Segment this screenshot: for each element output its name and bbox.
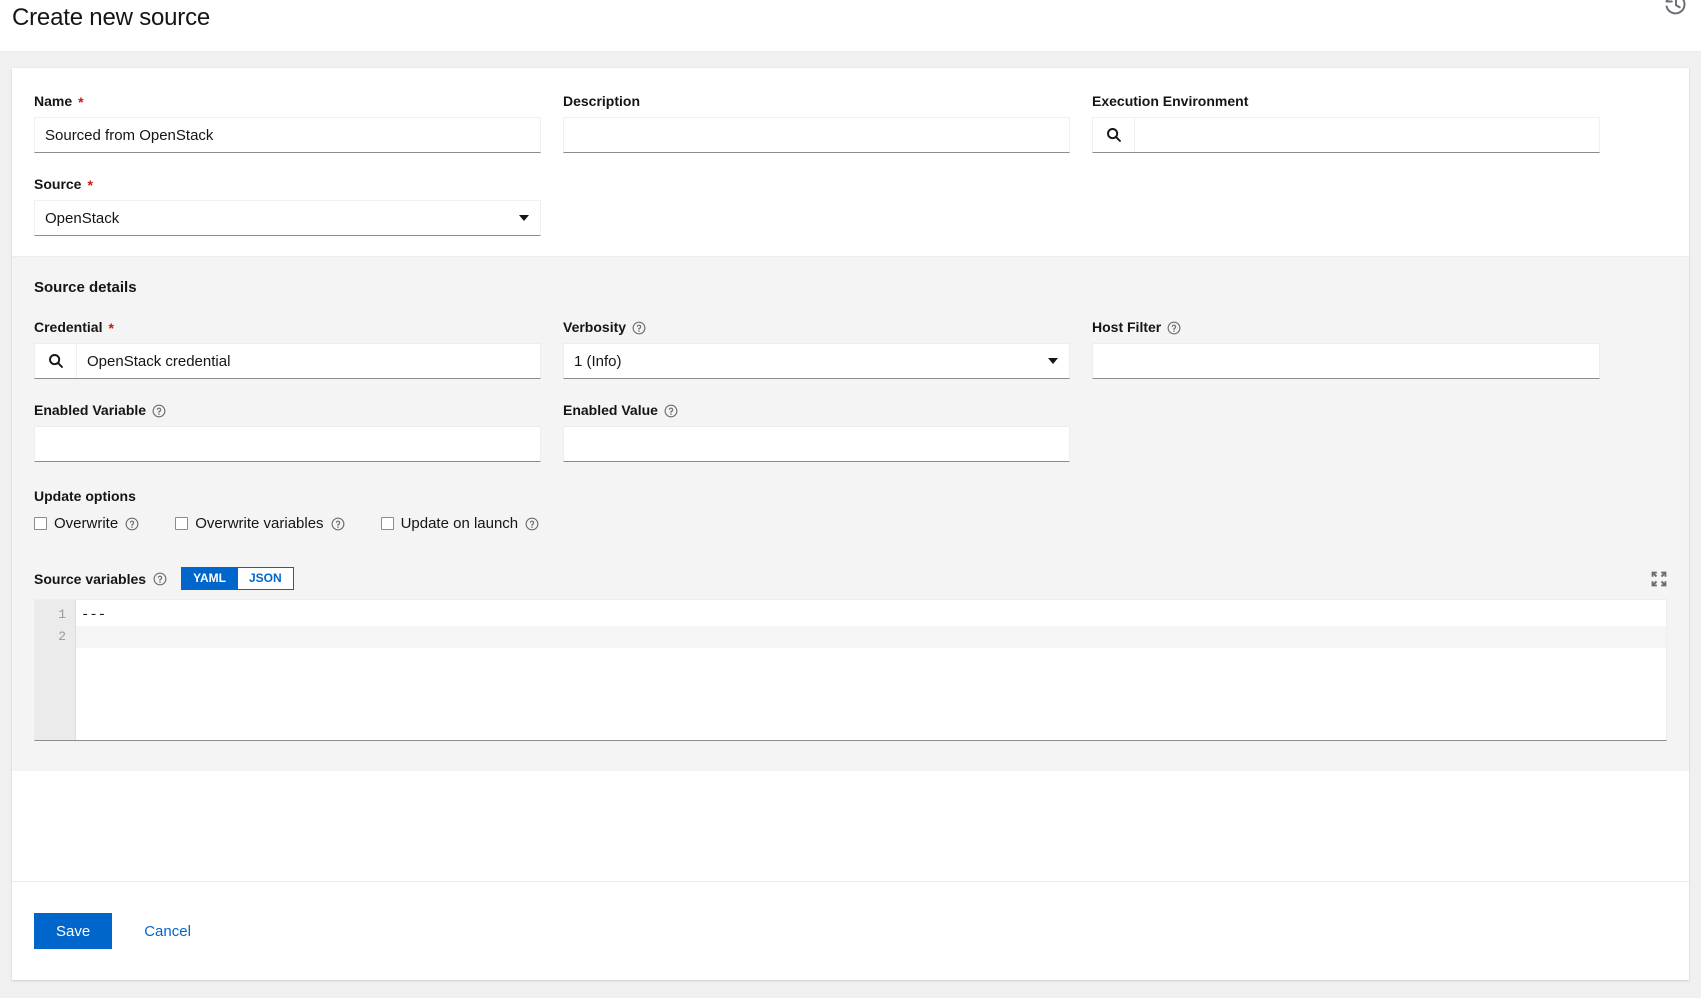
description-label-row: Description bbox=[563, 92, 1070, 111]
chevron-down-icon bbox=[519, 215, 529, 221]
checkbox-item-overwrite-variables: Overwrite variables bbox=[175, 514, 344, 533]
editor-line-number: 1 bbox=[35, 604, 75, 626]
source-required-marker: * bbox=[87, 178, 92, 192]
description-field-group: Description bbox=[563, 92, 1070, 153]
history-icon[interactable] bbox=[1663, 0, 1689, 18]
search-icon bbox=[1106, 127, 1122, 143]
name-label-row: Name * bbox=[34, 92, 541, 111]
question-circle-icon[interactable] bbox=[1167, 321, 1181, 335]
spacer-cell-a bbox=[563, 175, 1070, 236]
page-header: Create new source bbox=[0, 0, 1701, 52]
enabled-value-field-group: Enabled Value bbox=[563, 401, 1070, 462]
enabled-variable-field-group: Enabled Variable bbox=[34, 401, 541, 462]
enabled-variable-label: Enabled Variable bbox=[34, 401, 146, 420]
credential-label-row: Credential * bbox=[34, 318, 541, 337]
enabled-variable-input[interactable] bbox=[34, 426, 541, 462]
create-new-source-page: Create new source Name * bbox=[0, 0, 1701, 998]
update-options-title: Update options bbox=[34, 488, 1667, 504]
enabled-variable-label-row: Enabled Variable bbox=[34, 401, 541, 420]
expand-icon[interactable] bbox=[1651, 571, 1667, 587]
overwrite-variables-checkbox[interactable] bbox=[175, 517, 188, 530]
credential-field-group: Credential * bbox=[34, 318, 541, 379]
overwrite-checkbox[interactable] bbox=[34, 517, 47, 530]
name-field-group: Name * bbox=[34, 92, 541, 153]
name-label: Name bbox=[34, 92, 72, 111]
json-toggle-button[interactable]: JSON bbox=[237, 567, 294, 590]
verbosity-field-group: Verbosity 1 (Info) bbox=[563, 318, 1070, 379]
description-label: Description bbox=[563, 92, 640, 111]
execution-environment-input[interactable] bbox=[1135, 118, 1599, 152]
update-on-launch-label[interactable]: Update on launch bbox=[401, 514, 519, 533]
main-form-section: Name * Description bbox=[12, 68, 1689, 256]
search-icon bbox=[48, 353, 64, 369]
execution-environment-input-group bbox=[1092, 117, 1600, 153]
name-required-marker: * bbox=[78, 95, 83, 109]
source-details-section: Source details Credential * bbox=[12, 256, 1689, 771]
execution-environment-label-row: Execution Environment bbox=[1092, 92, 1600, 111]
host-filter-input[interactable] bbox=[1092, 343, 1600, 379]
host-filter-label-row: Host Filter bbox=[1092, 318, 1600, 337]
source-label: Source bbox=[34, 175, 81, 194]
verbosity-select[interactable]: 1 (Info) bbox=[563, 343, 1070, 379]
question-circle-icon[interactable] bbox=[664, 404, 678, 418]
update-on-launch-checkbox[interactable] bbox=[381, 517, 394, 530]
credential-required-marker: * bbox=[108, 321, 113, 335]
source-details-title: Source details bbox=[34, 279, 1667, 296]
form-card: Name * Description bbox=[12, 68, 1689, 980]
yaml-toggle-button[interactable]: YAML bbox=[181, 567, 237, 590]
question-circle-icon[interactable] bbox=[152, 404, 166, 418]
cancel-button[interactable]: Cancel bbox=[134, 913, 201, 949]
question-circle-icon[interactable] bbox=[632, 321, 646, 335]
execution-environment-field-group: Execution Environment bbox=[1092, 92, 1600, 153]
spacer-cell-b bbox=[1092, 175, 1600, 236]
name-input[interactable] bbox=[34, 117, 541, 153]
source-variables-editor[interactable]: 1 2 --- bbox=[34, 599, 1667, 741]
editor-code-area[interactable]: --- bbox=[76, 600, 1666, 740]
question-circle-icon[interactable] bbox=[331, 517, 345, 531]
editor-line-number: 2 bbox=[35, 626, 75, 648]
editor-line-numbers: 1 2 bbox=[35, 600, 76, 740]
source-label-row: Source * bbox=[34, 175, 541, 194]
question-circle-icon[interactable] bbox=[153, 572, 167, 586]
credential-input-group bbox=[34, 343, 541, 379]
source-variables-mode-toggle: YAML JSON bbox=[181, 567, 294, 590]
enabled-value-label: Enabled Value bbox=[563, 401, 658, 420]
question-circle-icon[interactable] bbox=[525, 517, 539, 531]
source-select-value: OpenStack bbox=[45, 210, 119, 227]
host-filter-label: Host Filter bbox=[1092, 318, 1161, 337]
verbosity-label-row: Verbosity bbox=[563, 318, 1070, 337]
editor-code-line bbox=[76, 626, 1666, 648]
source-variables-header: Source variables YAML JSON bbox=[34, 567, 1667, 590]
enabled-value-input[interactable] bbox=[563, 426, 1070, 462]
chevron-down-icon bbox=[1048, 358, 1058, 364]
credential-search-button[interactable] bbox=[35, 344, 77, 378]
source-variables-label: Source variables bbox=[34, 571, 146, 587]
checkbox-item-overwrite: Overwrite bbox=[34, 514, 139, 533]
source-field-group: Source * OpenStack bbox=[34, 175, 541, 236]
execution-environment-label: Execution Environment bbox=[1092, 92, 1248, 111]
execution-environment-search-button[interactable] bbox=[1093, 118, 1135, 152]
source-select[interactable]: OpenStack bbox=[34, 200, 541, 236]
spacer-cell-c bbox=[1092, 401, 1600, 462]
host-filter-field-group: Host Filter bbox=[1092, 318, 1600, 379]
form-actions-footer: Save Cancel bbox=[12, 881, 1689, 980]
verbosity-select-value: 1 (Info) bbox=[574, 353, 622, 370]
checkbox-item-update-on-launch: Update on launch bbox=[381, 514, 540, 533]
credential-input[interactable] bbox=[77, 344, 540, 378]
save-button[interactable]: Save bbox=[34, 913, 112, 949]
update-options-group: Update options Overwrite bbox=[34, 488, 1667, 533]
update-options-checkbox-row: Overwrite Overwrite var bbox=[34, 514, 1667, 533]
page-title: Create new source bbox=[12, 4, 210, 32]
verbosity-label: Verbosity bbox=[563, 318, 626, 337]
question-circle-icon[interactable] bbox=[125, 517, 139, 531]
overwrite-label[interactable]: Overwrite bbox=[54, 514, 118, 533]
editor-code-line: --- bbox=[76, 604, 1666, 626]
page-body: Name * Description bbox=[0, 52, 1701, 998]
overwrite-variables-label[interactable]: Overwrite variables bbox=[195, 514, 323, 533]
credential-label: Credential bbox=[34, 318, 102, 337]
description-input[interactable] bbox=[563, 117, 1070, 153]
enabled-value-label-row: Enabled Value bbox=[563, 401, 1070, 420]
